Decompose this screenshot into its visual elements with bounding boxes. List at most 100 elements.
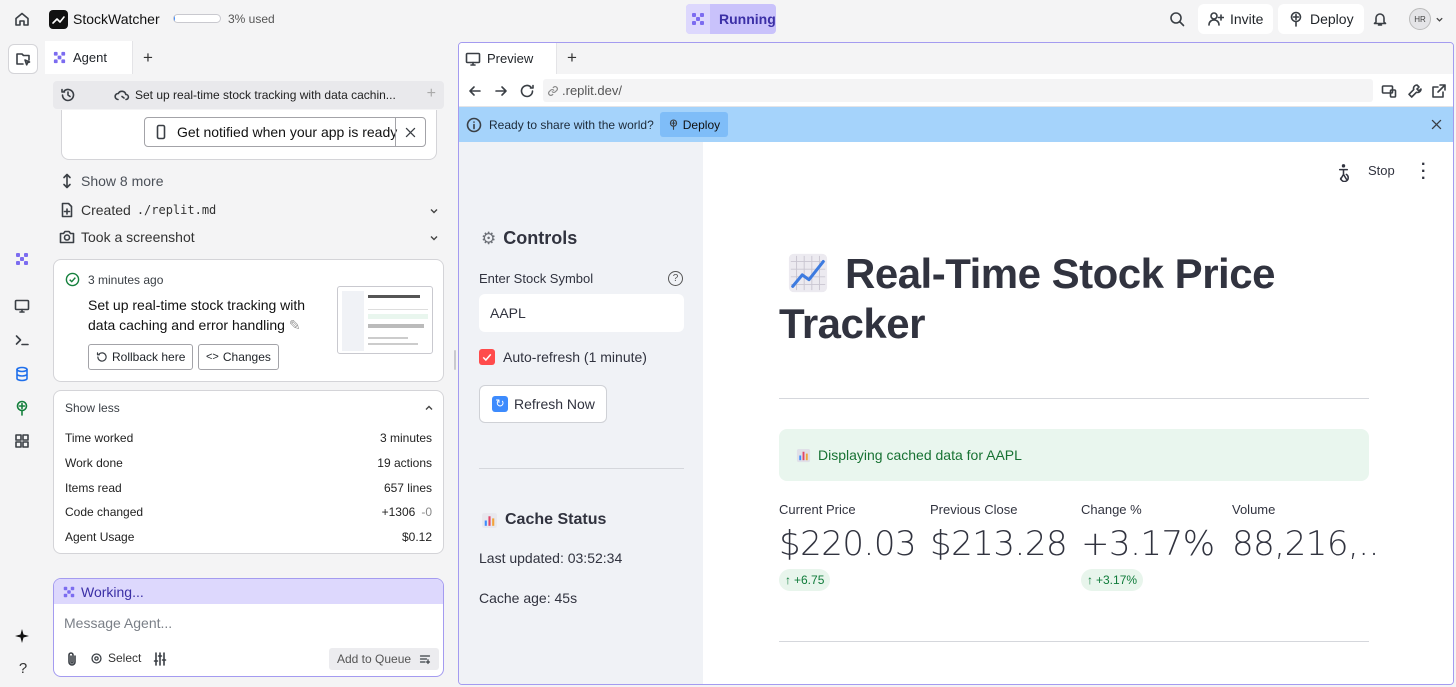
- add-to-queue-button[interactable]: Add to Queue: [329, 648, 439, 670]
- pencil-icon[interactable]: ✎: [289, 317, 301, 333]
- app-name[interactable]: StockWatcher: [73, 11, 160, 27]
- info-icon: [466, 117, 482, 132]
- help-tooltip-icon[interactable]: ?: [668, 271, 683, 286]
- metric-label: Current Price: [779, 502, 856, 517]
- created-label: Created: [81, 202, 131, 218]
- bell-icon[interactable]: [1372, 11, 1388, 27]
- file-explorer-button[interactable]: [8, 44, 38, 74]
- stat-label: Code changed: [65, 505, 144, 520]
- deploy-icon: [669, 119, 677, 130]
- message-input[interactable]: Message Agent...: [64, 615, 172, 631]
- running-label: Running: [719, 11, 776, 27]
- stock-symbol-input[interactable]: AAPL: [479, 294, 684, 332]
- external-link-icon[interactable]: [1431, 83, 1447, 99]
- changes-label: Changes: [222, 350, 271, 364]
- deploy-banner: Ready to share with the world? Deploy: [459, 107, 1453, 142]
- metric-label: Previous Close: [930, 502, 1018, 517]
- close-icon: [405, 127, 416, 137]
- stat-label: Items read: [65, 480, 122, 495]
- url-input[interactable]: .replit.dev/: [543, 79, 1373, 102]
- metric-card: Current Price $220.03 ↑ +6.75: [779, 500, 925, 596]
- checkpoint-time: 3 minutes ago: [88, 273, 164, 287]
- running-status-button[interactable]: Running: [686, 4, 776, 34]
- chevron-down-icon: [430, 209, 438, 214]
- monitor-icon[interactable]: [14, 298, 32, 316]
- banner-deploy-button[interactable]: Deploy: [659, 112, 729, 137]
- database-icon[interactable]: [14, 366, 32, 384]
- forward-arrow-icon[interactable]: [493, 83, 509, 99]
- add-tab-button[interactable]: +: [143, 48, 153, 68]
- chevron-down-icon: [1436, 17, 1443, 22]
- notify-button[interactable]: Get notified when your app is ready: [144, 117, 426, 147]
- back-arrow-icon[interactable]: [467, 83, 483, 99]
- sparkle-icon[interactable]: [14, 628, 32, 646]
- add-task-icon[interactable]: +: [427, 85, 436, 103]
- metric-value: +3.17%: [1081, 524, 1215, 564]
- deploy-button[interactable]: Deploy: [1278, 4, 1364, 34]
- cache-title: Cache Status: [505, 511, 607, 528]
- changes-button[interactable]: <> Changes: [198, 344, 279, 370]
- devices-icon[interactable]: [1381, 83, 1397, 99]
- stat-value: 657 lines: [383, 480, 432, 495]
- tab-agent[interactable]: Agent: [45, 41, 133, 74]
- add-preview-tab-button[interactable]: +: [567, 48, 577, 68]
- reload-icon[interactable]: [519, 83, 535, 99]
- show-more-button[interactable]: Show 8 more: [59, 173, 163, 189]
- accessibility-icon[interactable]: [1334, 163, 1353, 182]
- task-header[interactable]: Set up real-time stock tracking with dat…: [53, 81, 444, 109]
- grid-apps-icon[interactable]: [14, 433, 32, 451]
- created-file-row[interactable]: Created ./replit.md: [59, 202, 439, 218]
- rollback-label: Rollback here: [112, 350, 186, 364]
- show-less-toggle[interactable]: Show less: [65, 401, 120, 415]
- created-file-name: ./replit.md: [136, 203, 217, 217]
- home-icon[interactable]: [14, 11, 30, 27]
- screenshot-label: Took a screenshot: [81, 229, 195, 245]
- search-icon[interactable]: [1169, 11, 1185, 27]
- tab-preview-label: Preview: [487, 51, 534, 66]
- info-alert: Displaying cached data for AAPL: [779, 429, 1369, 481]
- screenshot-row[interactable]: Took a screenshot: [59, 229, 439, 245]
- invite-button[interactable]: Invite: [1198, 4, 1274, 34]
- deployments-icon[interactable]: [14, 400, 32, 418]
- stat-row: Time worked 3 minutes: [54, 429, 443, 449]
- tab-preview[interactable]: Preview: [459, 43, 557, 74]
- sidebar-divider: [479, 468, 684, 469]
- show-more-label: Show 8 more: [81, 173, 164, 189]
- terminal-icon[interactable]: [14, 332, 32, 350]
- metric-value: $220.03: [779, 524, 917, 564]
- top-bar: StockWatcher 3% used Running Invite Depl…: [0, 0, 1456, 40]
- account-menu[interactable]: HR: [1409, 8, 1444, 30]
- preview-panel: Preview + .replit.dev/ Ready to share wi…: [458, 42, 1454, 685]
- metrics-divider: [779, 641, 1369, 642]
- working-label: Working...: [81, 583, 144, 600]
- wrench-icon[interactable]: [1407, 83, 1423, 99]
- panel-resize-handle[interactable]: [454, 350, 456, 370]
- left-rail: ?: [0, 40, 45, 687]
- dismiss-notify-button[interactable]: [395, 118, 425, 146]
- paperclip-icon[interactable]: [64, 651, 80, 667]
- bar-chart-icon: [796, 448, 811, 462]
- select-button[interactable]: Select: [90, 651, 141, 665]
- agent-rail-icon[interactable]: [14, 251, 32, 269]
- autorefresh-checkbox[interactable]: Auto-refresh (1 minute): [479, 349, 647, 365]
- kebab-menu-icon[interactable]: · · ·: [1421, 157, 1426, 187]
- help-icon[interactable]: ?: [14, 660, 32, 678]
- arrow-up-icon: ↑: [785, 573, 791, 587]
- stat-value-added: +1306: [381, 505, 416, 520]
- agent-icon: [63, 586, 75, 597]
- info-alert-text: Displaying cached data for AAPL: [818, 447, 1022, 463]
- monitor-icon: [465, 52, 481, 66]
- stat-row: Work done 19 actions: [54, 454, 443, 474]
- refresh-now-button[interactable]: ↻ Refresh Now: [479, 385, 607, 423]
- rollback-button[interactable]: Rollback here: [88, 344, 194, 370]
- checkpoint-description: Set up real-time stock tracking with dat…: [88, 295, 310, 335]
- chevron-up-icon[interactable]: [424, 403, 434, 413]
- app-logo-icon: [49, 10, 68, 29]
- close-banner-icon[interactable]: [1430, 118, 1443, 131]
- settings-sliders-icon[interactable]: [152, 651, 168, 667]
- avatar: HR: [1409, 8, 1431, 30]
- screenshot-thumbnail[interactable]: [337, 286, 433, 354]
- autorefresh-label: Auto-refresh (1 minute): [503, 349, 647, 365]
- stat-value: +1306 -0: [382, 505, 432, 519]
- stop-button[interactable]: Stop: [1368, 163, 1395, 178]
